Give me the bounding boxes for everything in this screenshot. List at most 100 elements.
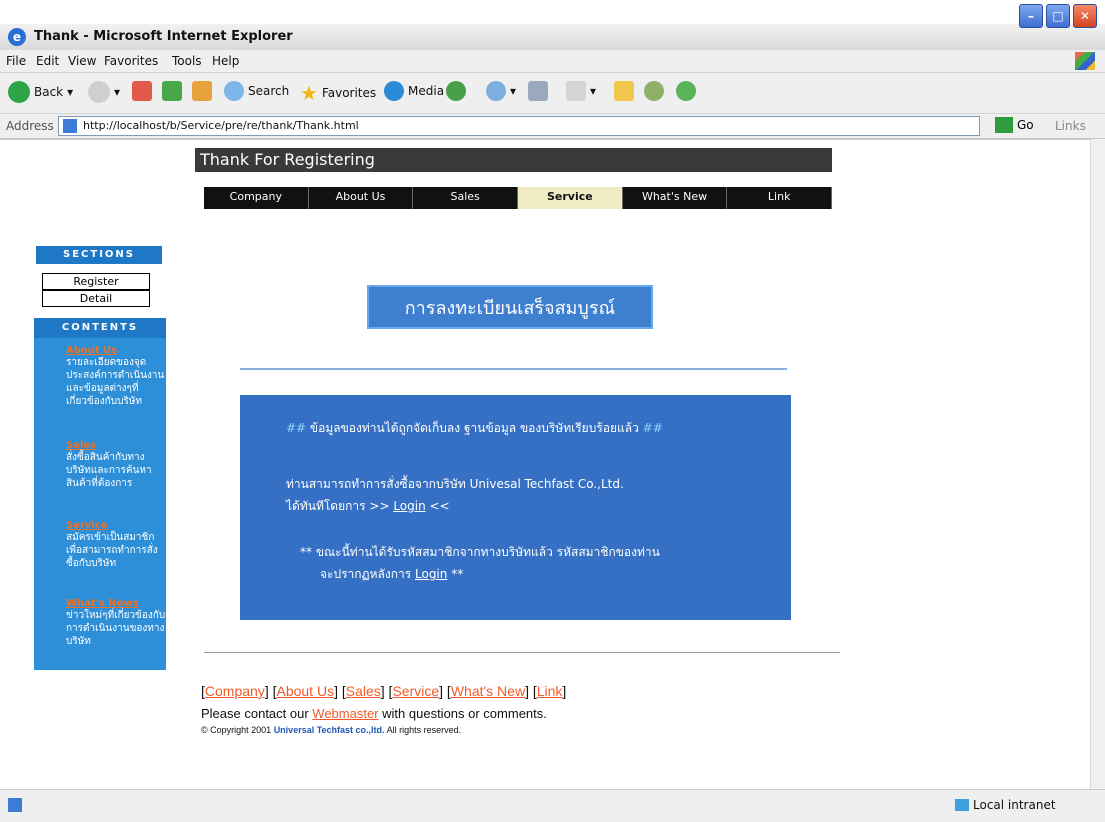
window-title: Thank - Microsoft Internet Explorer xyxy=(34,29,293,44)
title-bar: e Thank - Microsoft Internet Explorer – … xyxy=(0,4,1105,51)
nav-sales[interactable]: Sales xyxy=(413,187,519,209)
footer-link-about-us[interactable]: About Us xyxy=(276,683,334,699)
forward-arrow-icon xyxy=(88,81,110,103)
messenger-button[interactable] xyxy=(644,81,664,101)
copyright: © Copyright 2001 Universal Techfast co.,… xyxy=(201,725,461,735)
sections-header: SECTIONS xyxy=(36,246,162,264)
favorites-button[interactable]: ★ Favorites xyxy=(300,81,376,105)
stop-icon xyxy=(132,81,152,101)
go-button[interactable]: Go xyxy=(995,117,1034,133)
menu-edit[interactable]: Edit xyxy=(36,54,59,68)
home-button[interactable] xyxy=(192,81,212,101)
footer-link-link[interactable]: Link xyxy=(537,683,563,699)
contacts-button[interactable] xyxy=(676,81,696,101)
menu-help[interactable]: Help xyxy=(212,54,239,68)
message-line-3b: จะปรากฏหลังการ Login ** xyxy=(320,565,463,584)
footer-link-sales[interactable]: Sales xyxy=(346,683,381,699)
mail-dropdown-icon[interactable]: ▾ xyxy=(510,84,516,98)
footer-link-company[interactable]: Company xyxy=(205,683,265,699)
back-arrow-icon xyxy=(8,81,30,103)
hash-right: ## xyxy=(642,421,663,435)
zone-label: Local intranet xyxy=(973,798,1056,812)
vertical-scrollbar[interactable] xyxy=(1090,139,1105,789)
edit-button[interactable]: ▾ xyxy=(566,81,596,101)
close-button[interactable]: ✕ xyxy=(1073,4,1097,28)
address-input[interactable]: http://localhost/b/Service/pre/re/thank/… xyxy=(58,116,980,136)
sidebar-whats-new-link[interactable]: What's News xyxy=(66,598,166,609)
nav-about-us[interactable]: About Us xyxy=(309,187,414,209)
forward-dropdown-icon[interactable]: ▾ xyxy=(114,85,120,99)
go-arrow-icon xyxy=(995,117,1013,133)
print-button[interactable] xyxy=(528,81,548,101)
print-icon xyxy=(528,81,548,101)
contact-line: Please contact our Webmaster with questi… xyxy=(201,706,547,721)
register-button[interactable]: Register xyxy=(42,273,150,290)
media-button[interactable]: Media xyxy=(384,81,444,101)
forward-button[interactable]: ▾ xyxy=(88,81,120,103)
detail-button[interactable]: Detail xyxy=(42,290,150,307)
history-icon xyxy=(446,81,466,101)
edit-icon xyxy=(566,81,586,101)
links-label[interactable]: Links xyxy=(1055,119,1086,133)
windows-logo-icon xyxy=(1075,52,1095,70)
toolbar: Back ▾ ▾ Search ★ Favorites Media ▾ ▾ xyxy=(0,73,1105,114)
menu-tools[interactable]: Tools xyxy=(172,54,202,68)
sidebar-item-whats-new: What's News ข่าวใหม่ๆที่เกี่ยวข้องกับการ… xyxy=(66,598,166,648)
search-button[interactable]: Search xyxy=(224,81,289,101)
hash-left: ## xyxy=(286,421,307,435)
sidebar-about-us-desc: รายละเอียดของจุดประสงค์การดำเนินงานและข้… xyxy=(66,357,165,407)
favorites-label: Favorites xyxy=(321,86,377,100)
message-line-3a: ** ขณะนี้ท่านได้รับรหัสสมาชิกจากทางบริษั… xyxy=(300,545,660,559)
flower-icon xyxy=(644,81,664,101)
menu-file[interactable]: File xyxy=(6,54,26,68)
mail-button[interactable]: ▾ xyxy=(486,81,516,101)
nav-whats-new[interactable]: What's New xyxy=(623,187,728,209)
back-button[interactable]: Back ▾ xyxy=(8,81,73,103)
address-bar: Address http://localhost/b/Service/pre/r… xyxy=(0,114,1105,139)
copyright-company: Universal Techfast co.,ltd. xyxy=(273,725,385,735)
line2b-post: << xyxy=(425,499,450,513)
contents-header: CONTENTS xyxy=(34,318,166,338)
sidebar-service-desc: สมัครเข้าเป็นสมาชิกเพื่อสามารถทำการสั่งซ… xyxy=(66,532,158,569)
menu-bar: File Edit View Favorites Tools Help xyxy=(0,50,1105,73)
maximize-button[interactable]: □ xyxy=(1046,4,1070,28)
edit-dropdown-icon[interactable]: ▾ xyxy=(590,84,596,98)
search-label: Search xyxy=(248,84,290,98)
sidebar-sales-link[interactable]: Sales xyxy=(66,440,166,451)
menu-view[interactable]: View xyxy=(68,54,96,68)
footer-link-whats-new[interactable]: What's New xyxy=(451,683,525,699)
address-label: Address xyxy=(6,119,54,133)
folder-button[interactable] xyxy=(614,81,634,101)
stop-button[interactable] xyxy=(132,81,152,101)
minimize-button[interactable]: – xyxy=(1019,4,1043,28)
copyright-pre: © Copyright 2001 xyxy=(201,725,274,735)
history-button[interactable] xyxy=(446,81,466,101)
nav-company[interactable]: Company xyxy=(204,187,309,209)
nav-service[interactable]: Service xyxy=(518,187,623,209)
back-dropdown-icon[interactable]: ▾ xyxy=(67,85,73,99)
sidebar-item-sales: Sales สั่งซื้อสินค้ากับทางบริษัทและการค้… xyxy=(66,440,166,490)
sidebar-item-about-us: About Us รายละเอียดของจุดประสงค์การดำเนิ… xyxy=(66,345,166,408)
footer-links: [Company] [About Us] [Sales] [Service] [… xyxy=(201,683,567,699)
media-icon xyxy=(384,81,404,101)
copyright-post: All rights reserved. xyxy=(384,725,462,735)
sidebar-service-link[interactable]: Service xyxy=(66,520,166,531)
footer-link-service[interactable]: Service xyxy=(392,683,439,699)
page-icon xyxy=(63,119,77,133)
webmaster-link[interactable]: Webmaster xyxy=(312,706,378,721)
line2b-pre: ได้ทันทีโดยการ >> xyxy=(286,499,394,513)
message-line-2a: ท่านสามารถทำการสั่งซื้อจากบริษัท Univesa… xyxy=(286,477,624,491)
login-link[interactable]: Login xyxy=(393,499,425,513)
star-icon: ★ xyxy=(300,81,318,105)
sidebar-sales-desc: สั่งซื้อสินค้ากับทางบริษัทและการค้นหาสิน… xyxy=(66,452,152,489)
nav-link[interactable]: Link xyxy=(727,187,833,209)
users-icon xyxy=(676,81,696,101)
go-label: Go xyxy=(1017,118,1034,132)
menu-favorites[interactable]: Favorites xyxy=(104,54,158,68)
sidebar-about-us-link[interactable]: About Us xyxy=(66,345,166,356)
browser-window: e Thank - Microsoft Internet Explorer – … xyxy=(0,0,1105,822)
login-link-2[interactable]: Login xyxy=(415,567,447,581)
divider xyxy=(240,368,787,370)
sidebar-whats-new-desc: ข่าวใหม่ๆที่เกี่ยวข้องกับการดำเนินงานของ… xyxy=(66,610,166,647)
refresh-button[interactable] xyxy=(162,81,182,101)
